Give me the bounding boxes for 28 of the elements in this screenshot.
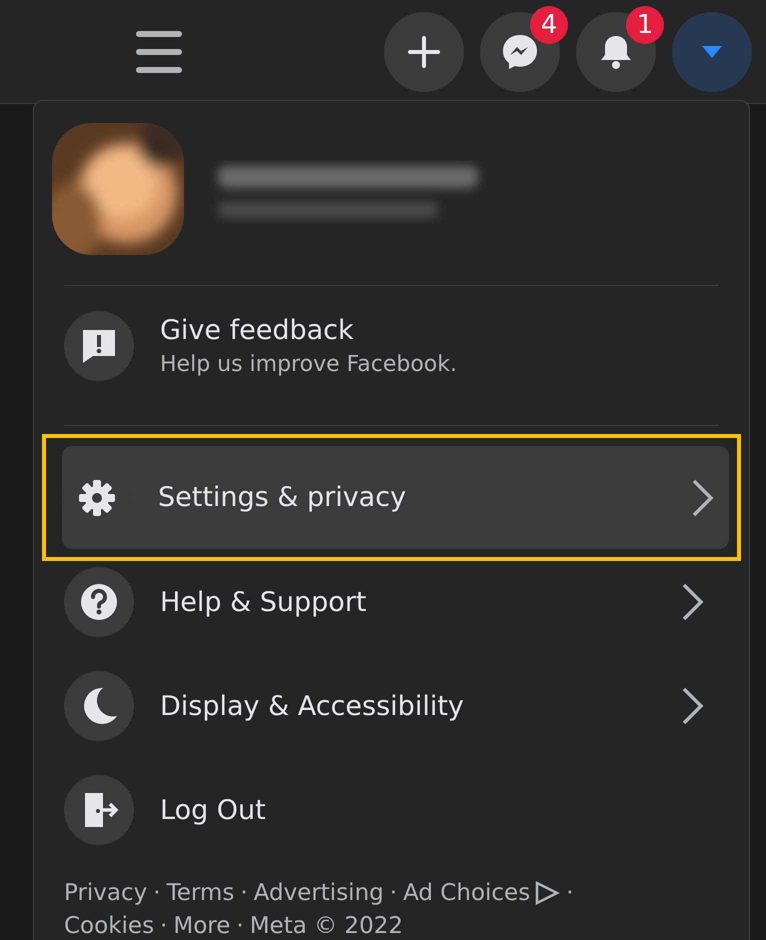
separator-dot: ·	[240, 880, 248, 906]
footer-link[interactable]: Privacy	[64, 880, 148, 906]
help-icon	[79, 582, 119, 622]
menu-item[interactable]: Settings & privacy	[62, 446, 729, 549]
footer-link[interactable]: Meta © 2022	[250, 912, 403, 938]
menu-item[interactable]: Display & Accessibility	[64, 654, 719, 758]
menu-item[interactable]: Log Out	[64, 758, 719, 862]
bell-icon	[599, 34, 633, 70]
footer-link[interactable]: Cookies	[64, 912, 154, 938]
caret-icon	[701, 44, 723, 58]
feedback-title[interactable]: Give feedback	[160, 315, 354, 346]
separator-dot: ·	[566, 880, 574, 906]
footer-link[interactable]: Advertising	[254, 880, 384, 906]
footer-link[interactable]: Ad Choices	[403, 880, 530, 906]
menu-item[interactable]: Help & Support	[64, 550, 719, 654]
footer-link[interactable]: More	[173, 912, 230, 938]
separator-dot: ·	[236, 912, 244, 938]
notification-badge: 1	[626, 6, 664, 44]
notification-badge: 4	[530, 6, 568, 44]
plus-icon	[408, 36, 440, 68]
separator-dot: ·	[390, 880, 398, 906]
gear-icon	[77, 478, 117, 518]
separator-dot: ·	[153, 880, 161, 906]
messenger-icon	[501, 32, 539, 70]
feedback-subtitle: Help us improve Facebook.	[160, 352, 458, 377]
footer-link[interactable]: Terms	[166, 880, 234, 906]
menu-icon[interactable]	[136, 30, 182, 74]
separator-dot: ·	[160, 912, 168, 938]
